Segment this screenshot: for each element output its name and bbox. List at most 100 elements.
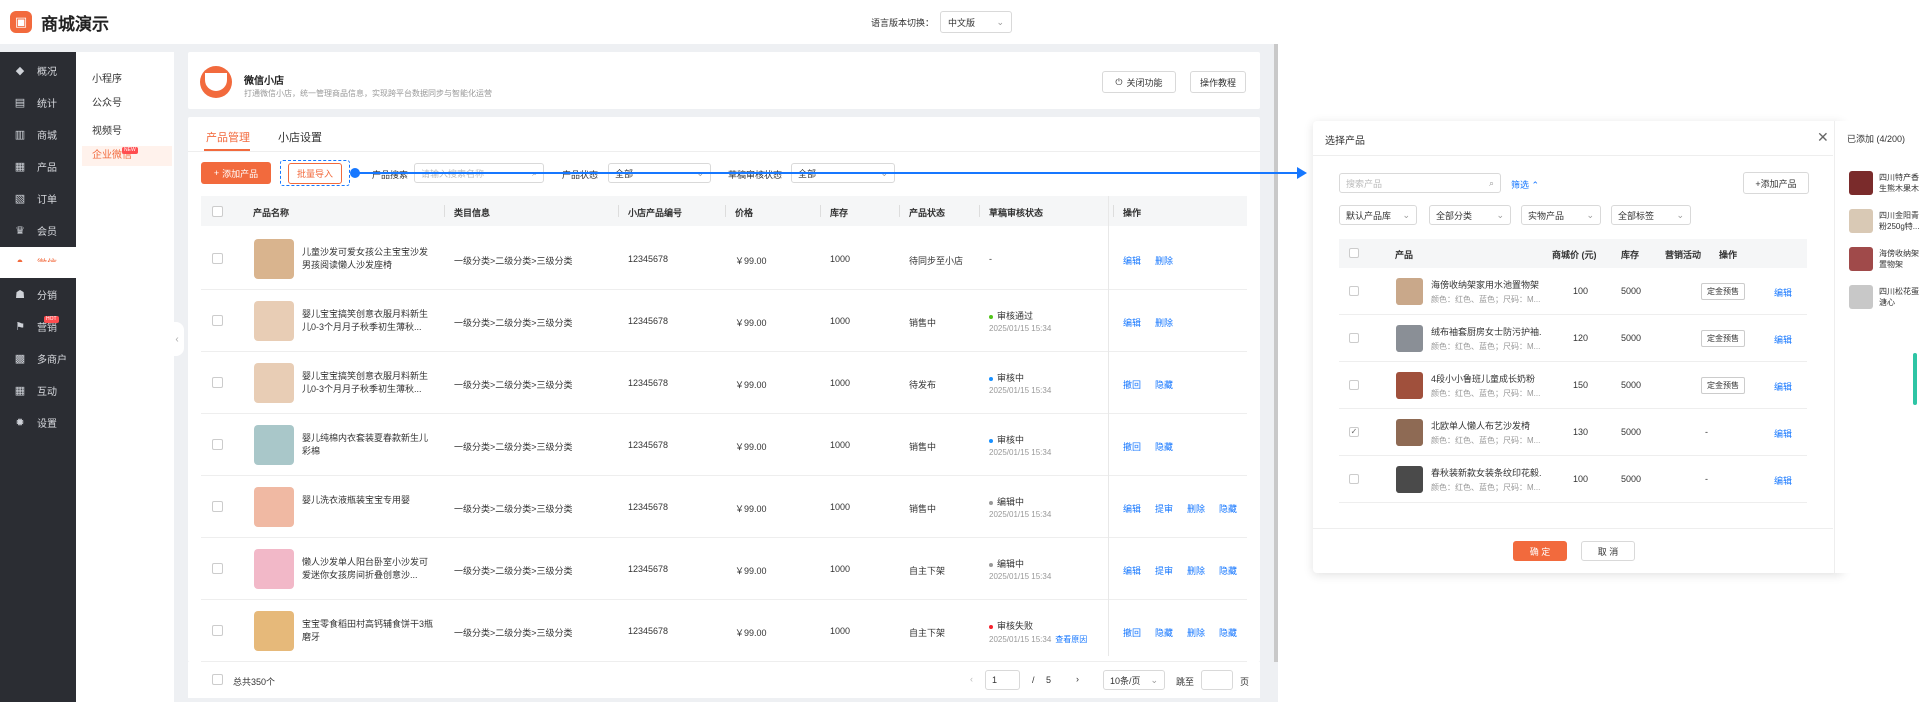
row-action-link[interactable]: 编辑 <box>1123 316 1141 329</box>
row-action-link[interactable]: 隐藏 <box>1219 564 1237 577</box>
row-action-link[interactable]: 隐藏 <box>1219 502 1237 515</box>
product-name[interactable]: 儿童沙发可爱女孩公主宝宝沙发男孩阅读懒人沙发座椅 <box>302 246 436 272</box>
cancel-button[interactable]: 取 消 <box>1581 541 1635 561</box>
sidebar-item-4[interactable]: ▧ 订单 <box>0 183 76 213</box>
tab-shop-settings[interactable]: 小店设置 <box>278 129 322 145</box>
modal-row-checkbox[interactable] <box>1349 474 1359 484</box>
product-name[interactable]: 懒人沙发单人阳台卧室小沙发可爱迷你女孩房间折叠创意沙... <box>302 556 436 582</box>
row-action-link[interactable]: 编辑 <box>1123 254 1141 267</box>
close-feature-button[interactable]: ⏻ 关闭功能 <box>1102 71 1176 93</box>
sidebar-item-7[interactable]: ☗ 分销 <box>0 279 76 309</box>
modal-product-promo-badge: 定金预售 <box>1701 330 1745 347</box>
sidebar-item-11[interactable]: ✹ 设置 <box>0 407 76 437</box>
chevron-up-icon: ⌃ <box>1531 180 1540 190</box>
confirm-button[interactable]: 确 定 <box>1513 541 1567 561</box>
current-page-input[interactable]: 1 <box>985 670 1020 690</box>
language-select[interactable]: 中文版 ⌄ <box>940 11 1012 33</box>
row-action-link[interactable]: 隐藏 <box>1155 378 1173 391</box>
batch-import-button[interactable]: 批量导入 <box>287 162 342 184</box>
sidebar-item-2[interactable]: ▥ 商城 <box>0 119 76 149</box>
select-all-footer-checkbox[interactable] <box>212 674 223 685</box>
sidebar-item-9[interactable]: ▩ 多商户 <box>0 343 76 373</box>
row-checkbox[interactable] <box>212 563 223 574</box>
product-name[interactable]: 宝宝零食稻田村高钙辅食饼干3瓶磨牙 <box>302 618 436 644</box>
row-checkbox[interactable] <box>212 377 223 388</box>
modal-edit-link[interactable]: 编辑 <box>1774 286 1792 299</box>
row-action-link[interactable]: 隐藏 <box>1219 626 1237 639</box>
row-checkbox[interactable] <box>212 315 223 326</box>
add-product-button[interactable]: + 添加产品 <box>201 162 271 184</box>
category-select[interactable]: 全部分类 ⌄ <box>1429 205 1511 225</box>
close-icon[interactable]: ✕ <box>1817 129 1829 146</box>
row-action-link[interactable]: 编辑 <box>1123 502 1141 515</box>
per-page-select[interactable]: 10条/页 ⌄ <box>1103 670 1165 690</box>
sidebar-item-10[interactable]: ▦ 互动 <box>0 375 76 405</box>
jump-page-input[interactable] <box>1201 670 1233 690</box>
collapse-sidebar-button[interactable]: ‹ <box>170 322 184 356</box>
next-page-icon[interactable]: › <box>1076 674 1079 684</box>
row-action-link[interactable]: 隐藏 <box>1155 440 1173 453</box>
modal-search-input[interactable]: 搜索产品 ⌕ <box>1339 173 1501 193</box>
row-checkbox[interactable] <box>212 439 223 450</box>
product-type-select[interactable]: 实物产品 ⌄ <box>1521 205 1601 225</box>
modal-row-checkbox[interactable]: ✓ <box>1349 427 1359 437</box>
modal-product-stock: 5000 <box>1621 286 1642 296</box>
annotation-arrow-head-icon <box>1297 167 1307 179</box>
product-library-select[interactable]: 默认产品库 ⌄ <box>1339 205 1417 225</box>
subnav-item-1[interactable]: 公众号 <box>92 94 122 109</box>
product-name[interactable]: 婴儿洗衣液瓶装宝宝专用婴 <box>302 494 436 507</box>
product-stock: 1000 <box>830 626 851 636</box>
row-action-link[interactable]: 删除 <box>1187 502 1205 515</box>
modal-edit-link[interactable]: 编辑 <box>1774 474 1792 487</box>
row-action-link[interactable]: 撤回 <box>1123 626 1141 639</box>
row-checkbox[interactable] <box>212 253 223 264</box>
select-all-checkbox[interactable] <box>212 206 223 217</box>
product-name[interactable]: 婴儿宝宝搞笑创意衣服月料新生儿0-3个月月子秋季初生薄秋... <box>302 370 436 396</box>
status-dot <box>989 376 993 381</box>
filter-toggle-button[interactable]: 筛选 ⌃ <box>1511 178 1539 191</box>
subnav-item-0[interactable]: 小程序 <box>92 70 122 85</box>
row-action-link[interactable]: 撤回 <box>1123 440 1141 453</box>
product-name[interactable]: 婴儿纯棉内衣套装夏春款新生儿彩棉 <box>302 432 436 458</box>
row-action-link[interactable]: 删除 <box>1155 254 1173 267</box>
shop-product-code: 12345678 <box>628 440 669 450</box>
modal-row-checkbox[interactable] <box>1349 286 1359 296</box>
modal-edit-link[interactable]: 编辑 <box>1774 380 1792 393</box>
modal-row-checkbox[interactable] <box>1349 380 1359 390</box>
sidebar-item-5[interactable]: ♛ 会员 <box>0 215 76 245</box>
app-title: 商城演示 <box>41 14 109 34</box>
tutorial-button[interactable]: 操作教程 <box>1190 71 1246 93</box>
row-action-link[interactable]: 提审 <box>1155 564 1173 577</box>
row-action-link[interactable]: 删除 <box>1187 626 1205 639</box>
sidebar-item-0[interactable]: ◆ 概况 <box>0 55 76 85</box>
modal-edit-link[interactable]: 编辑 <box>1774 333 1792 346</box>
modal-title: 选择产品 <box>1325 136 1365 147</box>
sidebar-item-label: 统计 <box>37 98 57 110</box>
modal-add-product-button[interactable]: +添加产品 <box>1743 172 1809 194</box>
row-checkbox[interactable] <box>212 625 223 636</box>
modal-edit-link[interactable]: 编辑 <box>1774 427 1792 440</box>
tag-select[interactable]: 全部标签 ⌄ <box>1611 205 1691 225</box>
modal-select-all-checkbox[interactable] <box>1349 248 1359 258</box>
view-reason-link[interactable]: 查看原因 <box>1055 635 1087 644</box>
tab-product-management[interactable]: 产品管理 <box>206 129 250 145</box>
sidebar-item-3[interactable]: ▦ 产品 <box>0 151 76 181</box>
sidebar-item-1[interactable]: ▤ 统计 <box>0 87 76 117</box>
row-checkbox[interactable] <box>212 501 223 512</box>
audit-date-text: 2025/01/15 15:34 <box>989 572 1052 581</box>
row-action-link[interactable]: 编辑 <box>1123 564 1141 577</box>
sidebar-item-8[interactable]: ⚑ 营销 HOT <box>0 311 76 341</box>
modal-row-checkbox[interactable] <box>1349 333 1359 343</box>
added-panel-scrollbar[interactable] <box>1913 353 1917 405</box>
page-scrollbar[interactable] <box>1274 44 1278 662</box>
row-action-link[interactable]: 删除 <box>1155 316 1173 329</box>
prev-page-icon[interactable]: ‹ <box>970 674 973 684</box>
row-action-link[interactable]: 隐藏 <box>1155 626 1173 639</box>
product-name[interactable]: 婴儿宝宝搞笑创意衣服月料新生儿0-3个月月子秋季初生薄秋... <box>302 308 436 334</box>
row-action-link[interactable]: 删除 <box>1187 564 1205 577</box>
product-stock: 1000 <box>830 502 851 512</box>
row-action-link[interactable]: 撤回 <box>1123 378 1141 391</box>
current-page-value: 1 <box>992 675 998 685</box>
subnav-item-2[interactable]: 视频号 <box>92 122 122 137</box>
row-action-link[interactable]: 提审 <box>1155 502 1173 515</box>
